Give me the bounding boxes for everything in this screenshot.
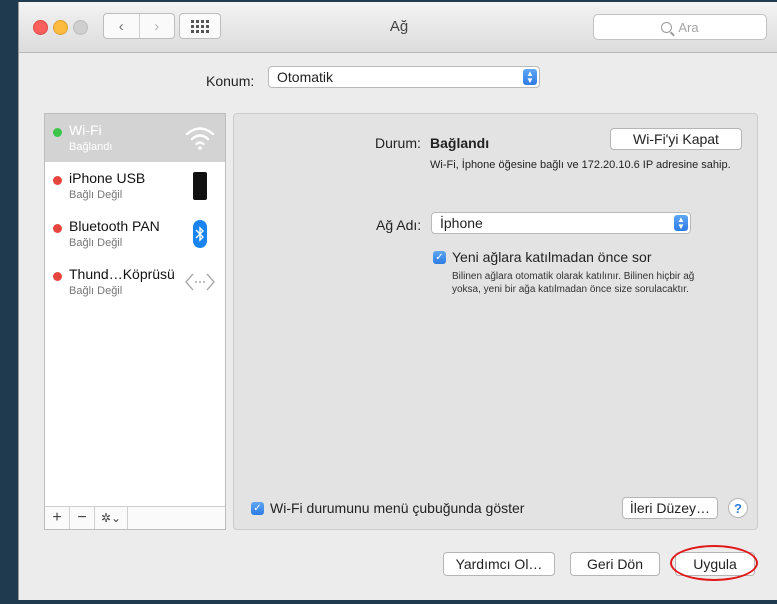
- network-name-label: Ağ Adı:: [376, 217, 422, 233]
- service-item-iphone-usb[interactable]: iPhone USB Bağlı Değil: [45, 162, 225, 210]
- location-label: Konum:: [206, 73, 255, 89]
- show-in-menu-bar-label[interactable]: Wi-Fi durumunu menü çubuğunda göster: [270, 500, 524, 516]
- grid-icon: [191, 19, 209, 33]
- search-icon: [661, 21, 673, 33]
- back-button[interactable]: ‹: [104, 14, 139, 38]
- service-status: Bağlandı: [69, 141, 113, 153]
- popup-arrows-icon: ▲ ▼: [523, 69, 537, 85]
- revert-button[interactable]: Geri Dön: [570, 552, 660, 576]
- gear-menu-button[interactable]: ✲⌄: [95, 507, 128, 529]
- search-field[interactable]: Ara: [593, 14, 767, 40]
- titlebar: ‹ › Ağ Ara: [19, 2, 777, 53]
- service-status: Bağlı Değil: [69, 285, 123, 297]
- network-name-popup[interactable]: İphone ▲ ▼: [431, 212, 691, 234]
- forward-button[interactable]: ›: [138, 14, 175, 38]
- status-description: Wi-Fi, İphone öğesine bağlı ve 172.20.10…: [430, 159, 731, 171]
- search-placeholder: Ara: [678, 19, 699, 35]
- network-name-value: İphone: [440, 215, 483, 231]
- status-value: Bağlandı: [430, 135, 490, 151]
- location-value: Otomatik: [277, 69, 334, 85]
- status-dot: [53, 272, 62, 281]
- close-window-button[interactable]: [33, 20, 48, 35]
- bluetooth-icon: [183, 218, 217, 250]
- show-all-button[interactable]: [179, 13, 221, 39]
- service-list-toolbar: + − ✲⌄: [45, 506, 225, 529]
- wifi-icon: [183, 122, 217, 154]
- service-name: Thund…Köprüsü: [69, 266, 175, 282]
- service-item-wifi[interactable]: Wi-Fi Bağlandı: [45, 114, 225, 162]
- show-in-menu-bar-checkbox[interactable]: ✓: [251, 502, 264, 515]
- network-preferences-window: ‹ › Ağ Ara Konum: Otomatik ▲ ▼ Wi-Fi Bağl…: [18, 2, 777, 600]
- popup-arrows-icon: ▲ ▼: [674, 215, 688, 231]
- ask-to-join-label[interactable]: Yeni ağlara katılmadan önce sor: [452, 249, 652, 265]
- ask-to-join-description: Bilinen ağlara otomatik olarak katılınır…: [452, 271, 695, 295]
- help-button[interactable]: ?: [728, 498, 748, 518]
- zoom-window-button[interactable]: [73, 20, 88, 35]
- nav-buttons: ‹ ›: [103, 13, 175, 39]
- add-service-button[interactable]: +: [45, 507, 70, 529]
- assist-me-button[interactable]: Yardımcı Ol…: [443, 552, 555, 576]
- status-label: Durum:: [375, 135, 421, 151]
- status-dot: [53, 128, 62, 137]
- apply-button[interactable]: Uygula: [675, 552, 755, 576]
- minimize-window-button[interactable]: [53, 20, 68, 35]
- status-dot: [53, 224, 62, 233]
- service-item-bluetooth-pan[interactable]: Bluetooth PAN Bağlı Değil: [45, 210, 225, 258]
- service-list: Wi-Fi Bağlandı iPhone USB Bağlı Değil Bl…: [44, 113, 226, 530]
- service-name: Bluetooth PAN: [69, 218, 160, 234]
- turn-wifi-off-button[interactable]: Wi-Fi'yi Kapat: [610, 128, 742, 150]
- status-dot: [53, 176, 62, 185]
- advanced-button[interactable]: İleri Düzey…: [622, 497, 718, 519]
- iphone-icon: [183, 170, 217, 202]
- window-title: Ağ: [389, 18, 409, 35]
- thunderbolt-bridge-icon: [183, 266, 217, 298]
- service-item-thunderbolt-bridge[interactable]: Thund…Köprüsü Bağlı Değil: [45, 258, 225, 306]
- service-status: Bağlı Değil: [69, 189, 123, 201]
- service-status: Bağlı Değil: [69, 237, 123, 249]
- location-popup[interactable]: Otomatik ▲ ▼: [268, 66, 540, 88]
- ask-to-join-checkbox[interactable]: ✓: [433, 251, 446, 264]
- service-name: Wi-Fi: [69, 122, 102, 138]
- remove-service-button[interactable]: −: [70, 507, 95, 529]
- detail-panel: Durum: Bağlandı Wi-Fi'yi Kapat Wi-Fi, İp…: [233, 113, 758, 530]
- service-name: iPhone USB: [69, 170, 146, 186]
